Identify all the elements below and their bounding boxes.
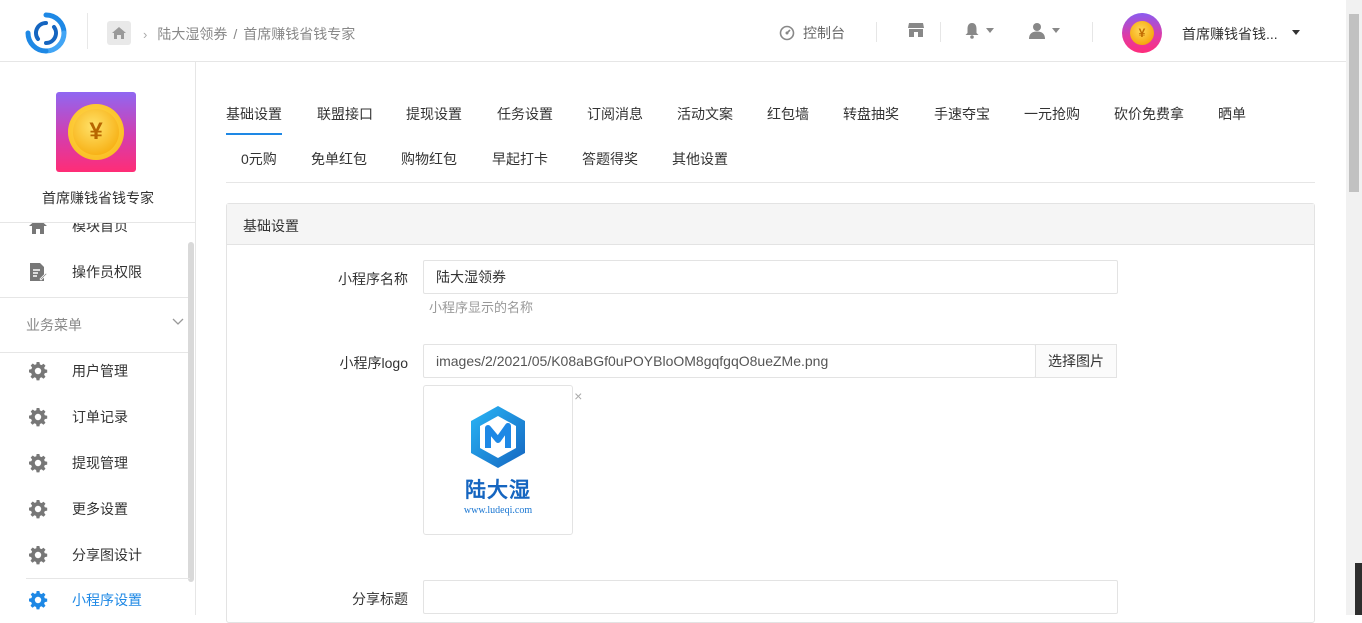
account-avatar: ¥ — [56, 92, 136, 172]
sidebar-item-module-home[interactable]: 模块首页 — [0, 222, 190, 249]
scrollbar-thumb[interactable] — [1349, 14, 1359, 192]
gear-icon — [28, 453, 48, 473]
document-edit-icon — [28, 262, 48, 282]
sidebar-item-label: 操作员权限 — [72, 264, 142, 280]
notification-bell-icon[interactable] — [964, 22, 994, 39]
tab[interactable]: 任务设置 — [497, 104, 553, 124]
sidebar-item[interactable]: 用户管理 — [0, 348, 190, 394]
tab[interactable]: 联盟接口 — [317, 104, 373, 124]
sidebar-item[interactable]: 小程序设置 — [0, 577, 190, 623]
sidebar-item-label: 模块首页 — [72, 222, 128, 234]
tab[interactable]: 免单红包 — [311, 149, 367, 169]
account-name: 首席赚钱省钱专家 — [42, 190, 154, 206]
app-name-label: 小程序名称 — [338, 271, 408, 287]
coin-icon: ¥ — [1130, 21, 1154, 45]
user-icon[interactable] — [1028, 22, 1060, 39]
tab[interactable]: 其他设置 — [672, 149, 728, 169]
tabs-divider — [226, 182, 1315, 183]
tab[interactable]: 手速夺宝 — [934, 104, 990, 124]
tab[interactable]: 0元购 — [241, 149, 277, 169]
header-divider — [940, 22, 941, 42]
coin-icon: ¥ — [68, 104, 124, 160]
sidebar-item-label: 小程序设置 — [72, 592, 142, 608]
menu-group-title[interactable]: 业务菜单 — [26, 315, 82, 335]
app-name-input[interactable] — [423, 260, 1118, 294]
select-image-button[interactable]: 选择图片 — [1035, 344, 1117, 378]
header-divider — [876, 22, 877, 42]
gear-icon — [28, 361, 48, 381]
share-title-input[interactable] — [423, 580, 1118, 614]
tab[interactable]: 转盘抽奖 — [843, 104, 899, 124]
tab[interactable]: 早起打卡 — [492, 149, 548, 169]
chevron-down-icon — [986, 28, 994, 33]
chevron-right-icon: › — [143, 26, 148, 42]
divider — [0, 297, 190, 298]
home-icon[interactable] — [107, 21, 131, 45]
tab[interactable]: 答题得奖 — [582, 149, 638, 169]
tab[interactable]: 基础设置 — [226, 104, 282, 124]
console-link[interactable]: 控制台 — [779, 23, 845, 43]
logo-label: 小程序logo — [339, 355, 408, 371]
home-icon — [28, 223, 48, 236]
gear-icon — [28, 590, 48, 610]
tab[interactable]: 晒单 — [1218, 104, 1246, 124]
tab[interactable]: 订阅消息 — [587, 104, 643, 124]
chevron-down-icon[interactable] — [1292, 30, 1300, 35]
breadcrumb-separator: / — [233, 26, 238, 42]
gear-icon — [28, 407, 48, 427]
sidebar-item[interactable]: 更多设置 — [0, 486, 190, 532]
tab[interactable]: 提现设置 — [406, 104, 462, 124]
gear-icon — [28, 545, 48, 565]
header-divider — [1092, 22, 1093, 42]
logo-preview-title: 陆大湿 — [465, 478, 531, 502]
divider — [26, 578, 190, 579]
tab[interactable]: 红包墙 — [767, 104, 809, 124]
sidebar-item[interactable]: 订单记录 — [0, 394, 190, 440]
tab[interactable]: 购物红包 — [401, 149, 457, 169]
scrollbar-edge — [1355, 563, 1362, 615]
active-tab-indicator — [226, 133, 282, 135]
user-name[interactable]: 首席赚钱省钱... — [1182, 24, 1278, 44]
panel-title: 基础设置 — [227, 204, 1314, 245]
sidebar-item-operator-permissions[interactable]: 操作员权限 — [0, 249, 190, 295]
logo-path-input[interactable] — [423, 344, 1036, 378]
sidebar-item-label: 更多设置 — [72, 501, 128, 517]
sidebar-item[interactable]: 提现管理 — [0, 440, 190, 486]
dashboard-icon — [779, 25, 795, 41]
app-name-help: 小程序显示的名称 — [429, 300, 534, 315]
page-scrollbar[interactable] — [1346, 0, 1362, 615]
chevron-down-icon[interactable] — [172, 313, 184, 329]
breadcrumb-item[interactable]: 陆大湿领券 — [157, 24, 227, 44]
remove-image-icon[interactable]: × — [574, 388, 582, 404]
logo-preview-url: www.ludeqi.com — [463, 505, 533, 516]
app-logo-icon[interactable] — [24, 11, 68, 55]
tab[interactable]: 砍价免费拿 — [1114, 104, 1184, 124]
header-divider — [87, 13, 88, 49]
top-header: › 陆大湿领券 / 首席赚钱省钱专家 控制台 ¥ 首席赚钱省钱... — [0, 0, 1346, 62]
logo-preview: 陆大湿 www.ludeqi.com — [423, 385, 573, 535]
breadcrumb: › 陆大湿领券 / 首席赚钱省钱专家 — [143, 24, 355, 44]
tab[interactable]: 活动文案 — [677, 104, 733, 124]
avatar[interactable]: ¥ — [1122, 13, 1162, 53]
sidebar-item-label: 用户管理 — [72, 363, 128, 379]
sidebar-item-label: 订单记录 — [72, 409, 128, 425]
gear-icon — [28, 499, 48, 519]
brand-logo-icon — [471, 406, 525, 468]
chevron-down-icon — [1052, 28, 1060, 33]
console-label: 控制台 — [803, 25, 845, 41]
tab[interactable]: 一元抢购 — [1024, 104, 1080, 124]
sidebar-item[interactable]: 分享图设计 — [0, 532, 190, 578]
sidebar-item-label: 分享图设计 — [72, 547, 142, 563]
sidebar-item-label: 提现管理 — [72, 455, 128, 471]
breadcrumb-item[interactable]: 首席赚钱省钱专家 — [243, 24, 355, 44]
store-icon[interactable] — [907, 22, 925, 38]
share-title-label: 分享标题 — [352, 591, 408, 607]
